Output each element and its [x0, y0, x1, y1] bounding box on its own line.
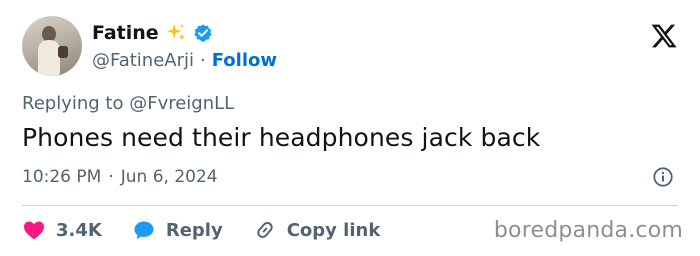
x-logo-icon[interactable] — [650, 22, 678, 50]
avatar[interactable] — [22, 16, 82, 76]
replying-to-handle[interactable]: @FvreignLL — [129, 93, 234, 114]
avatar-figure-bag — [58, 46, 68, 58]
tweet-date[interactable]: Jun 6, 2024 — [121, 167, 218, 187]
copy-link-label: Copy link — [286, 219, 381, 241]
author-display-name[interactable]: Fatine — [92, 22, 159, 44]
follow-button[interactable]: Follow — [212, 50, 277, 71]
heart-icon — [24, 221, 44, 240]
tweet-card: Fatine @FatineArji · Follow Replying to … — [0, 0, 700, 256]
like-count: 3.4K — [56, 219, 102, 241]
watermark: boredpanda.com — [493, 218, 683, 243]
tweet-timestamp: 10:26 PM · Jun 6, 2024 — [22, 167, 218, 187]
reply-button[interactable]: Reply — [132, 218, 223, 242]
action-bar: 3.4K Reply Copy link — [22, 216, 410, 244]
tweet-time[interactable]: 10:26 PM — [22, 167, 101, 187]
like-button[interactable]: 3.4K — [22, 218, 102, 242]
author-name-row: Fatine — [92, 20, 213, 46]
verified-badge-icon — [193, 23, 213, 43]
copy-link-button[interactable]: Copy link — [253, 218, 381, 242]
link-icon — [257, 222, 273, 238]
author-handle-row: @FatineArji · Follow — [92, 48, 277, 72]
divider — [22, 205, 678, 206]
sparkles-icon — [165, 22, 187, 44]
reply-label: Reply — [165, 219, 223, 241]
separator-dot: · — [108, 167, 114, 187]
replying-to: Replying to @FvreignLL — [22, 93, 234, 114]
info-icon[interactable] — [652, 166, 674, 188]
avatar-figure-body — [38, 40, 60, 76]
replying-to-label: Replying to — [22, 93, 124, 114]
author-handle[interactable]: @FatineArji — [92, 50, 194, 71]
separator-dot: · — [200, 49, 206, 71]
speech-bubble-icon — [134, 221, 154, 240]
tweet-text: Phones need their headphones jack back — [22, 123, 541, 152]
